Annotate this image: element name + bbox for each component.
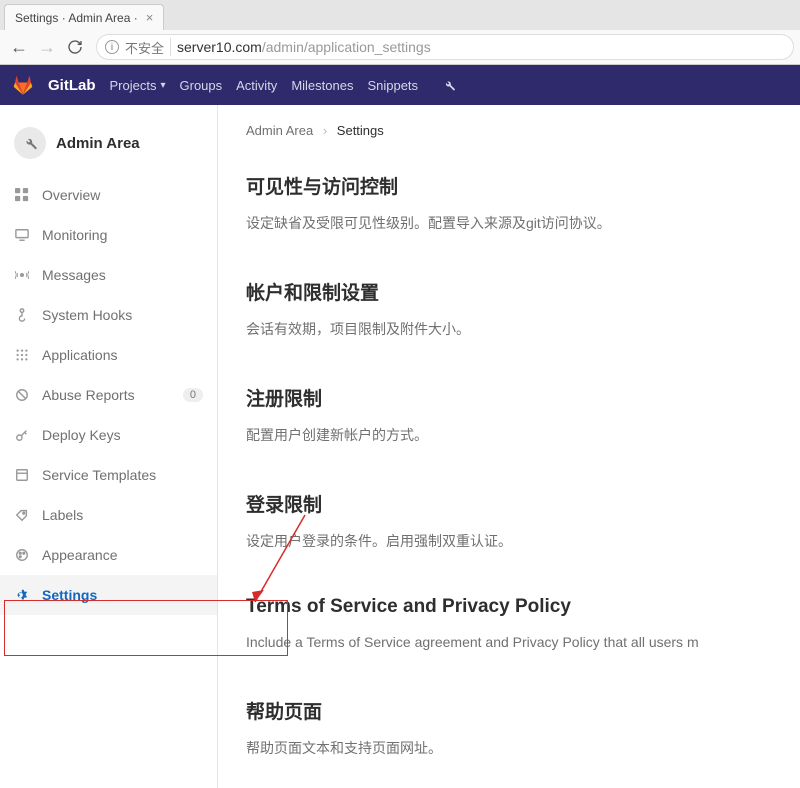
breadcrumb-separator-icon: ›	[323, 123, 327, 138]
section-title: Terms of Service and Privacy Policy	[246, 596, 800, 618]
section-title: 帐户和限制设置	[246, 278, 800, 305]
sidebar-item-label: Abuse Reports	[42, 387, 135, 403]
section-desc: Include a Terms of Service agreement and…	[246, 632, 800, 653]
gear-icon	[14, 588, 30, 602]
main-content: Admin Area › Settings 可见性与访问控制 设定缺省及受限可见…	[218, 105, 800, 788]
apps-icon	[14, 348, 30, 362]
sidebar-item-messages[interactable]: Messages	[0, 255, 217, 295]
section-desc: 设定用户登录的条件。启用强制双重认证。	[246, 531, 800, 552]
sidebar-item-monitoring[interactable]: Monitoring	[0, 215, 217, 255]
broadcast-icon	[14, 268, 30, 282]
hook-icon	[14, 308, 30, 322]
top-nav: GitLab Projects ▾ Groups Activity Milest…	[0, 65, 800, 105]
nav-projects[interactable]: Projects ▾	[110, 78, 166, 93]
section-desc: 配置用户创建新帐户的方式。	[246, 425, 800, 446]
key-icon	[14, 428, 30, 442]
wrench-icon	[14, 127, 46, 159]
section-desc: 设定缺省及受限可见性级别。配置导入来源及git访问协议。	[246, 213, 800, 234]
sidebar-item-label: Messages	[42, 267, 106, 283]
sidebar-item-overview[interactable]: Overview	[0, 175, 217, 215]
url-path: /admin/application_settings	[262, 39, 431, 55]
breadcrumb-parent[interactable]: Admin Area	[246, 123, 313, 138]
sidebar-item-abuse-reports[interactable]: Abuse Reports 0	[0, 375, 217, 415]
app-body: Admin Area Overview Monitoring Messages …	[0, 105, 800, 788]
sidebar: Admin Area Overview Monitoring Messages …	[0, 105, 218, 788]
insecure-label: 不安全	[125, 38, 164, 57]
sidebar-item-label: Appearance	[42, 547, 118, 563]
section-title: 可见性与访问控制	[246, 172, 800, 199]
section-visibility: 可见性与访问控制 设定缺省及受限可见性级别。配置导入来源及git访问协议。	[246, 172, 800, 234]
area-header[interactable]: Admin Area	[0, 117, 217, 175]
section-help-page: 帮助页面 帮助页面文本和支持页面网址。	[246, 697, 800, 759]
url-text: server10.com/admin/application_settings	[177, 39, 431, 55]
section-signin-restrictions: 登录限制 设定用户登录的条件。启用强制双重认证。	[246, 490, 800, 552]
area-title: Admin Area	[56, 135, 140, 152]
sidebar-item-label: Monitoring	[42, 227, 107, 243]
back-button[interactable]: ←	[6, 34, 32, 60]
sidebar-item-label: Deploy Keys	[42, 427, 121, 443]
section-title: 登录限制	[246, 490, 800, 517]
sidebar-item-label: Service Templates	[42, 467, 156, 483]
nav-admin-wrench-icon[interactable]	[442, 78, 456, 92]
section-title: 帮助页面	[246, 697, 800, 724]
monitor-icon	[14, 228, 30, 242]
section-desc: 会话有效期，项目限制及附件大小。	[246, 319, 800, 340]
section-title: 注册限制	[246, 384, 800, 411]
info-icon: i	[105, 40, 119, 54]
breadcrumb-current: Settings	[337, 123, 384, 138]
overview-icon	[14, 188, 30, 202]
sidebar-item-appearance[interactable]: Appearance	[0, 535, 217, 575]
sidebar-item-settings[interactable]: Settings	[0, 575, 217, 615]
template-icon	[14, 468, 30, 482]
forward-button[interactable]: →	[34, 34, 60, 60]
abuse-icon	[14, 388, 30, 402]
nav-groups[interactable]: Groups	[180, 78, 223, 93]
breadcrumb: Admin Area › Settings	[246, 123, 800, 138]
section-signup-restrictions: 注册限制 配置用户创建新帐户的方式。	[246, 384, 800, 446]
browser-chrome: Settings · Admin Area · × ← → i 不安全 serv…	[0, 0, 800, 65]
sidebar-item-label: Overview	[42, 187, 100, 203]
appearance-icon	[14, 548, 30, 562]
labels-icon	[14, 508, 30, 522]
sidebar-item-label: System Hooks	[42, 307, 132, 323]
sidebar-item-deploy-keys[interactable]: Deploy Keys	[0, 415, 217, 455]
sidebar-item-labels[interactable]: Labels	[0, 495, 217, 535]
chevron-down-icon: ▾	[160, 80, 165, 91]
sidebar-item-applications[interactable]: Applications	[0, 335, 217, 375]
address-row: ← → i 不安全 server10.com/admin/application…	[0, 30, 800, 64]
sidebar-item-system-hooks[interactable]: System Hooks	[0, 295, 217, 335]
url-host: server10.com	[177, 39, 262, 55]
nav-projects-label: Projects	[110, 78, 157, 93]
sidebar-item-label: Settings	[42, 587, 97, 603]
sidebar-item-label: Applications	[42, 347, 118, 363]
url-divider	[170, 38, 171, 56]
abuse-badge: 0	[183, 388, 203, 402]
sidebar-item-label: Labels	[42, 507, 83, 523]
sidebar-item-service-templates[interactable]: Service Templates	[0, 455, 217, 495]
nav-snippets[interactable]: Snippets	[367, 78, 418, 93]
brand-text[interactable]: GitLab	[48, 77, 96, 94]
nav-milestones[interactable]: Milestones	[291, 78, 353, 93]
tab-close-icon[interactable]: ×	[146, 10, 154, 25]
section-terms-privacy: Terms of Service and Privacy Policy Incl…	[246, 596, 800, 653]
tab-title: Settings · Admin Area ·	[15, 11, 138, 25]
url-bar[interactable]: i 不安全 server10.com/admin/application_set…	[96, 34, 794, 60]
section-account-limits: 帐户和限制设置 会话有效期，项目限制及附件大小。	[246, 278, 800, 340]
tab-strip: Settings · Admin Area · ×	[0, 0, 800, 30]
nav-activity[interactable]: Activity	[236, 78, 277, 93]
gitlab-logo-icon[interactable]	[12, 74, 34, 96]
section-desc: 帮助页面文本和支持页面网址。	[246, 738, 800, 759]
browser-tab[interactable]: Settings · Admin Area · ×	[4, 4, 164, 30]
reload-button[interactable]	[62, 34, 88, 60]
